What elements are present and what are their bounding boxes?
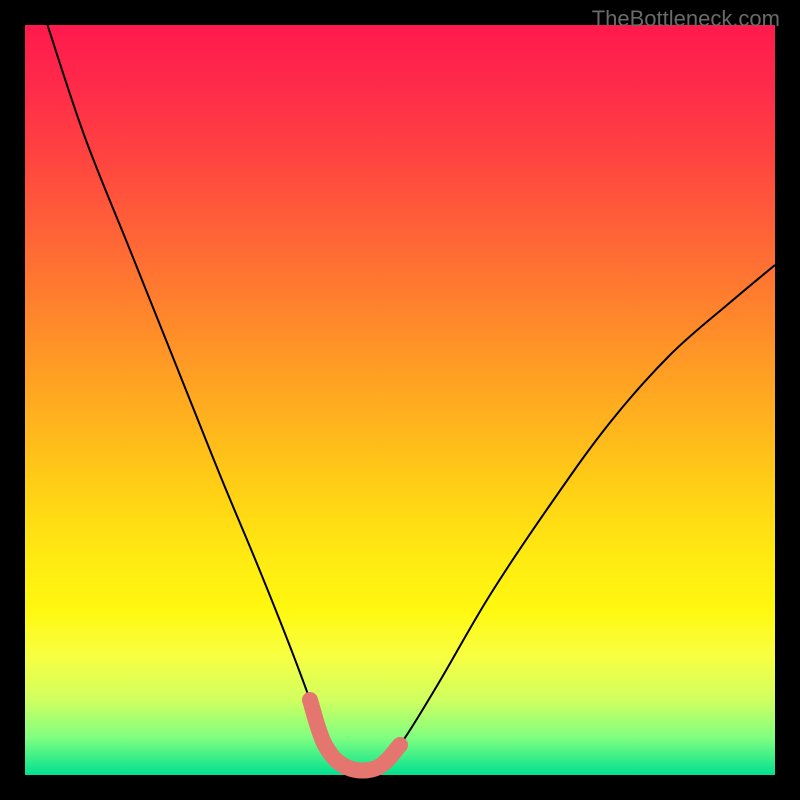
chart-plot-area [25, 25, 775, 775]
optimal-zone-highlight [310, 700, 400, 771]
chart-svg [25, 25, 775, 775]
bottleneck-curve [48, 25, 776, 771]
watermark-text: TheBottleneck.com [592, 6, 780, 32]
